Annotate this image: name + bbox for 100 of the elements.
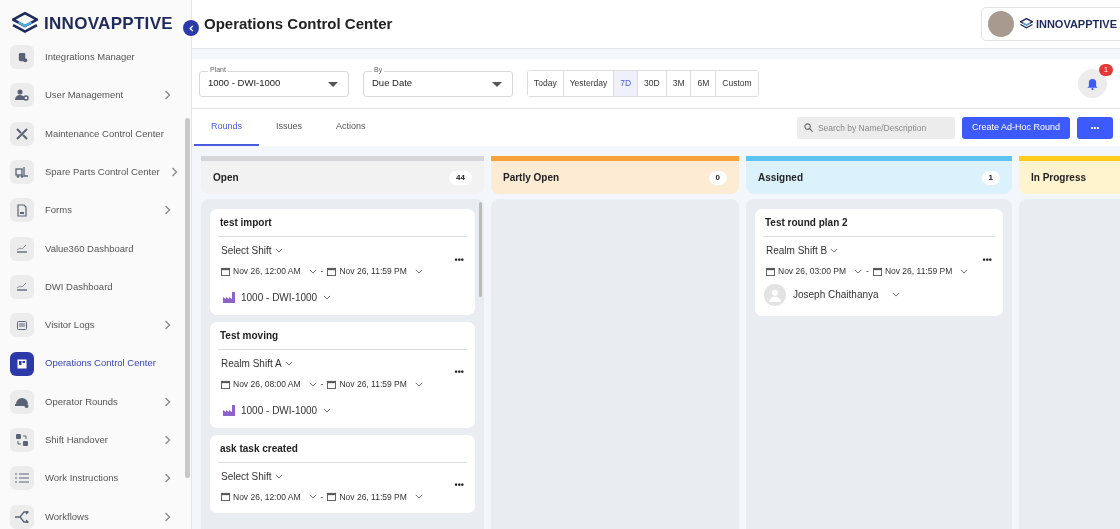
more-button[interactable]: ••• [454, 479, 464, 493]
sidebar-item[interactable]: User Management [0, 76, 181, 115]
round-card[interactable]: ask task created Select Shift Nov 26, 12:00 AM - Nov 26, 11:59 PM ••• [210, 434, 475, 514]
user-gear-icon [15, 89, 29, 102]
range-dash: - [320, 265, 324, 278]
chevron-down-icon [323, 294, 332, 300]
calendar-icon [221, 266, 230, 276]
calendar-icon [327, 266, 337, 276]
date-dropdown[interactable]: Nov 26, 11:59 PM [327, 377, 423, 391]
caret-icon [328, 81, 338, 87]
logo-icon [1019, 18, 1033, 30]
sidebar-item[interactable]: Operator Rounds [0, 382, 181, 421]
chevron-down-icon [274, 473, 283, 479]
calendar-icon [221, 492, 230, 502]
card-title: test import [218, 215, 467, 237]
panel-icon [17, 358, 27, 369]
date-dropdown[interactable]: Nov 26, 11:59 PM [327, 490, 423, 504]
column-title: Partly Open [503, 171, 560, 185]
swap-icon [16, 434, 28, 447]
factory-icon [223, 404, 235, 416]
assignee-dropdown[interactable]: Joseph Chaithanya [764, 283, 995, 306]
column-count: 0 [708, 170, 727, 185]
calendar-icon [327, 492, 337, 502]
round-card[interactable]: Test round plan 2 Realm Shift B Nov 26, 03:00 PM - Nov 26, 11:59 PM ••• Joseph Chaithanya [755, 209, 1003, 316]
avatar-icon [764, 283, 786, 306]
column-title: Assigned [758, 171, 803, 185]
chart-icon [16, 243, 28, 254]
chevron-left-icon [187, 24, 195, 32]
forklift-icon [15, 166, 29, 179]
logo-text: INNOVAPPTIVE [44, 13, 173, 36]
date-dropdown[interactable]: Nov 26, 11:59 PM [327, 265, 423, 278]
card-title: Test moving [218, 327, 467, 350]
chevron-down-icon [891, 292, 900, 298]
column-count: 1 [981, 170, 1000, 185]
range-dash: - [320, 490, 324, 504]
chevron-down-icon [414, 381, 423, 387]
caret-icon [492, 81, 502, 87]
shift-dropdown[interactable]: Select Shift [221, 243, 423, 258]
column-count: 44 [449, 170, 472, 185]
database-icon [16, 51, 28, 63]
sidebar-item[interactable]: Visitor Logs [0, 306, 181, 345]
shift-dropdown[interactable]: Realm Shift B [766, 243, 969, 258]
date-dropdown[interactable]: Nov 26, 11:59 PM [872, 265, 969, 278]
tab[interactable]: Rounds [194, 109, 260, 146]
shift-dropdown[interactable]: Select Shift [221, 468, 423, 484]
log-icon [17, 320, 27, 330]
page-title: Operations Control Center [204, 13, 393, 34]
more-button[interactable]: ••• [1077, 116, 1113, 139]
chevron-down-icon [308, 494, 317, 500]
sidebar-item[interactable]: Maintenance Control Center [0, 114, 181, 153]
collapse-button[interactable] [183, 20, 199, 36]
sidebar-item[interactable]: Integrations Manager [0, 38, 181, 77]
factory-icon [223, 291, 235, 303]
sidebar-item[interactable]: Shift Handover [0, 420, 181, 460]
chevron-down-icon [414, 268, 423, 274]
logo-text: INNOVAPPTIVE [1035, 16, 1117, 32]
date-dropdown[interactable]: Nov 26, 12:00 AM [221, 265, 317, 278]
shift-dropdown[interactable]: Realm Shift A [221, 355, 423, 371]
profile-panel[interactable]: INNOVAPPTIVE [980, 7, 1120, 41]
column-title: In Progress [1031, 171, 1087, 185]
date-dropdown[interactable]: Nov 26, 08:00 AM [221, 377, 317, 391]
chevron-down-icon [274, 248, 283, 253]
more-button[interactable]: ••• [454, 366, 464, 380]
numbered-list-icon [15, 472, 29, 485]
column-title: Open [213, 171, 239, 185]
more-button[interactable]: ••• [454, 253, 464, 268]
sidebar-item[interactable]: Spare Parts Control Center [0, 152, 181, 192]
tools-icon [15, 126, 29, 141]
tab[interactable]: Actions [319, 109, 383, 146]
date-dropdown[interactable]: Nov 26, 12:00 AM [221, 490, 317, 504]
notification-button[interactable] [1078, 69, 1107, 98]
create-round-button[interactable]: Create Ad-Hoc Round [961, 116, 1070, 139]
chevron-down-icon [854, 268, 863, 274]
chevron-down-icon [960, 268, 969, 274]
chevron-down-icon [308, 381, 317, 387]
split-arrow-icon [15, 510, 29, 523]
card-title: Test round plan 2 [763, 215, 995, 237]
search-field[interactable]: Search by Name/Description [796, 116, 955, 139]
range-button[interactable]: Today [528, 71, 564, 96]
chevron-down-icon [284, 360, 293, 366]
sidebar-item[interactable]: Workflows [0, 497, 181, 529]
range-dash: - [866, 265, 869, 278]
sidebar-item[interactable]: Forms [0, 191, 181, 230]
more-button[interactable]: ••• [982, 253, 992, 268]
date-dropdown[interactable]: Nov 26, 03:00 PM [766, 265, 863, 278]
photo-placeholder [987, 11, 1014, 37]
sidebar-item[interactable]: Operations Control Center [0, 344, 181, 383]
sidebar-item[interactable]: Work Instructions [0, 459, 181, 498]
logo-icon [12, 12, 38, 36]
sidebar-item[interactable]: Value360 Dashboard [0, 229, 181, 268]
plant-dropdown[interactable]: 1000 - DWI-1000 [223, 402, 467, 418]
round-card[interactable]: Test moving Realm Shift A Nov 26, 08:00 AM - Nov 26, 11:59 PM ••• 1000 - DWI-1000 [210, 321, 475, 428]
round-card[interactable]: test import Select Shift Nov 26, 12:00 AM - Nov 26, 11:59 PM ••• 1000 - DWI-1000 [210, 209, 475, 315]
plant-dropdown[interactable]: 1000 - DWI-1000 [223, 289, 467, 305]
calendar-icon [221, 379, 230, 389]
sidebar-item[interactable]: DWI Dashboard [0, 267, 181, 307]
range-button[interactable]: 7D [614, 71, 639, 96]
bell-icon [1087, 77, 1098, 90]
tab[interactable]: Issues [259, 109, 320, 146]
chart-icon [16, 281, 28, 292]
